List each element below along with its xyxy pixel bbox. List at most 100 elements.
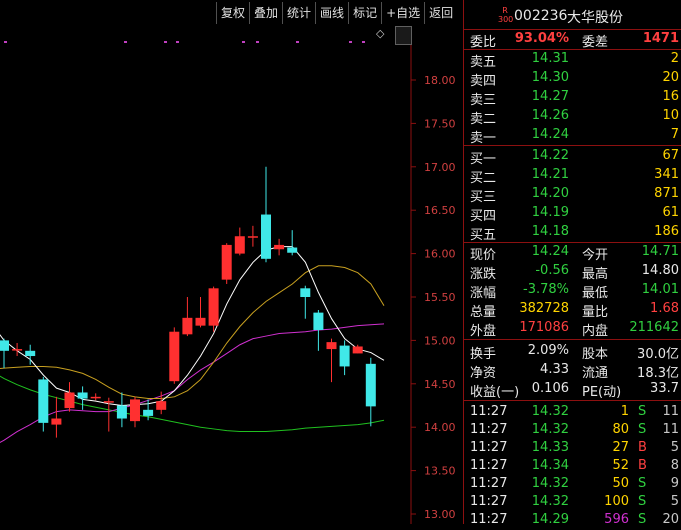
stat-label: 最高 (582, 267, 609, 282)
y-tick-label: 14.50 (424, 378, 456, 391)
fuquan-button[interactable]: 复权 (216, 2, 249, 24)
ask-row: 卖一 14.24 7 (464, 126, 681, 146)
fundamental-value: 30.0亿 (637, 347, 679, 362)
stat-value: 14.71 (641, 244, 679, 259)
candle-body (274, 244, 285, 250)
fundamental-row: 净资 4.33 流通 18.3亿 (464, 361, 681, 381)
ask-row: 卖四 14.30 20 (464, 69, 681, 89)
fundamental-label: 收益(一) (470, 385, 520, 400)
candle-body (103, 401, 114, 403)
tick-row: 11:27 14.32 80 S 11 (464, 421, 681, 440)
stat-row: 外盘 171086 内盘 211642 (464, 319, 681, 339)
bid-price: 14.19 (531, 205, 569, 220)
fundamental-label: 流通 (582, 366, 609, 381)
tick-volume: 100 (604, 494, 629, 509)
bid-volume: 871 (654, 186, 679, 201)
marker-dot (296, 41, 299, 43)
diejia-button[interactable]: 叠加 (249, 2, 282, 24)
chart-toolbar: 复权 叠加 统计 画线 标记 +自选 返回 (216, 0, 457, 26)
fundamental-label: 净资 (470, 366, 497, 381)
biaoji-button[interactable]: 标记 (348, 2, 381, 24)
ask-row: 卖二 14.26 10 (464, 107, 681, 127)
huaxian-button[interactable]: 画线 (315, 2, 348, 24)
ask-price: 14.30 (531, 70, 569, 85)
candle-body (12, 349, 23, 351)
candle-body (300, 288, 311, 297)
candle-body (247, 236, 258, 238)
fundamental-value: 18.3亿 (637, 366, 679, 381)
candle-body (77, 392, 88, 399)
candle-body (352, 346, 363, 354)
y-tick-label: 14.00 (424, 421, 456, 434)
tick-side-flag: S (638, 404, 647, 419)
stock-code: 002236 (514, 8, 568, 24)
kline-chart-panel[interactable]: 18.00 17.50 17.00 16.50 16.00 15.50 15.00 14.50… (0, 0, 463, 524)
stat-value: -0.56 (535, 263, 569, 278)
stat-label: 现价 (470, 248, 497, 263)
tick-time: 11:27 (470, 476, 508, 491)
tick-volume: 27 (612, 440, 629, 455)
stat-value: 211642 (629, 320, 679, 335)
marker-dot (349, 41, 352, 43)
candle-body (169, 331, 180, 382)
tick-count: 11 (662, 404, 679, 419)
tick-price: 14.33 (531, 440, 569, 455)
add-watchlist-button[interactable]: +自选 (381, 2, 424, 24)
ask-label: 卖一 (470, 131, 497, 146)
tick-count: 11 (662, 422, 679, 437)
ask-volume: 16 (662, 89, 679, 104)
diamond-icon[interactable]: ◇ (376, 27, 384, 40)
marker-dot (164, 41, 167, 43)
stat-label: 最低 (582, 286, 609, 301)
candle-body (313, 312, 324, 330)
fundamental-value: 0.106 (531, 381, 569, 396)
tick-time: 11:27 (470, 404, 508, 419)
marker-dot (242, 41, 245, 43)
tick-time: 11:27 (470, 494, 508, 509)
tick-side-flag: B (638, 440, 647, 455)
marker-dot (4, 41, 7, 43)
tick-price: 14.32 (531, 494, 569, 509)
stat-value: -3.78% (523, 282, 569, 297)
tick-side-flag: S (638, 422, 647, 437)
kline-chart[interactable]: 18.00 17.50 17.00 16.50 16.00 15.50 15.00 14.50… (0, 0, 463, 524)
candle-body (25, 350, 36, 357)
bid-label: 买四 (470, 209, 497, 224)
bid-label: 买五 (470, 228, 497, 243)
bid-label: 买一 (470, 152, 497, 167)
marker-dot (362, 41, 365, 43)
stock-name: 大华股份 (567, 10, 623, 26)
stat-row: 现价 14.24 今开 14.71 (464, 243, 681, 263)
y-tick-label: 16.50 (424, 204, 456, 217)
ask-volume: 20 (662, 70, 679, 85)
weibi-row: 委比 93.04% 委差 1471 (464, 30, 681, 50)
ask-price: 14.24 (531, 127, 569, 142)
marker-dot (176, 41, 179, 43)
tick-row: 11:27 14.34 52 B 8 (464, 457, 681, 476)
stat-value: 1.68 (650, 301, 679, 316)
tick-count: 20 (662, 512, 679, 527)
back-button[interactable]: 返回 (424, 2, 457, 24)
tick-side-flag: S (638, 476, 647, 491)
tick-row: 11:27 14.32 100 S 5 (464, 493, 681, 512)
marker-dot (124, 41, 127, 43)
candle-body (261, 214, 271, 259)
tick-time: 11:27 (470, 458, 508, 473)
bid-volume: 61 (662, 205, 679, 220)
tongji-button[interactable]: 统计 (282, 2, 315, 24)
bid-volume: 186 (654, 224, 679, 239)
stat-label: 外盘 (470, 324, 497, 339)
stat-value: 171086 (519, 320, 569, 335)
fundamental-label: 换手 (470, 347, 497, 362)
weibi-value: 93.04% (514, 31, 569, 46)
candle-body (234, 236, 245, 254)
candle-body (287, 247, 298, 253)
tick-volume: 80 (612, 422, 629, 437)
candle-body (116, 405, 127, 419)
fundamental-value: 2.09% (527, 343, 569, 358)
ask-row: 卖五 14.31 2 (464, 50, 681, 70)
tick-price: 14.29 (531, 512, 569, 527)
ask-price: 14.26 (531, 108, 569, 123)
divider (464, 339, 681, 340)
scroll-button[interactable] (395, 26, 412, 45)
